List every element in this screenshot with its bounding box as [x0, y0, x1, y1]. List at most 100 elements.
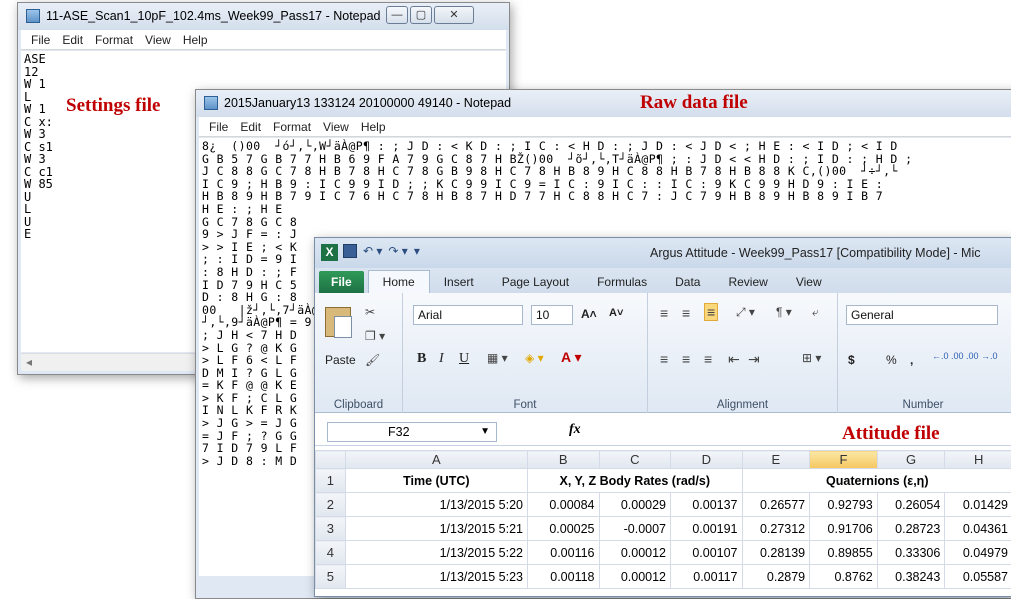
notepad-raw-titlebar[interactable]: 2015January13 133124 20100000 49140 - No… — [196, 90, 1011, 117]
column-header[interactable]: D — [671, 451, 743, 469]
table-cell[interactable]: 0.2879 — [742, 565, 810, 589]
orientation-icon[interactable]: ⤢ ▾ — [736, 305, 755, 320]
scroll-left-icon[interactable]: ◂ — [26, 355, 32, 369]
notepad-settings-titlebar[interactable]: 11-ASE_Scan1_10pF_102.4ms_Week99_Pass17 … — [18, 3, 509, 30]
table-cell[interactable]: 0.91706 — [810, 517, 878, 541]
tab-formulas[interactable]: Formulas — [583, 271, 661, 293]
row-header[interactable]: 5 — [316, 565, 346, 589]
table-cell[interactable]: 0.00029 — [599, 493, 671, 517]
excel-window[interactable]: X ↶ ▾ ↷ ▾ ▾ Argus Attitude - Week99_Pass… — [314, 237, 1011, 597]
grow-font-button[interactable]: A˄ — [581, 307, 597, 321]
table-cell[interactable]: 0.8762 — [810, 565, 878, 589]
number-format-select[interactable]: General — [846, 305, 998, 325]
minimize-button[interactable]: — — [386, 6, 408, 24]
table-cell[interactable]: 1/13/2015 5:21 — [345, 517, 527, 541]
excel-titlebar[interactable]: X ↶ ▾ ↷ ▾ ▾ Argus Attitude - Week99_Pass… — [315, 238, 1011, 268]
table-cell[interactable]: -0.0007 — [599, 517, 671, 541]
save-icon[interactable] — [343, 244, 357, 258]
name-box[interactable]: F32 ▼ — [327, 422, 497, 442]
table-cell[interactable]: 0.00084 — [528, 493, 600, 517]
row-header[interactable]: 3 — [316, 517, 346, 541]
table-cell[interactable]: 0.04361 — [945, 517, 1011, 541]
menu-edit[interactable]: Edit — [234, 120, 267, 134]
column-header[interactable]: C — [599, 451, 671, 469]
column-header[interactable]: E — [742, 451, 810, 469]
table-cell[interactable]: 0.00191 — [671, 517, 743, 541]
table-cell[interactable]: 1/13/2015 5:22 — [345, 541, 527, 565]
table-cell[interactable]: 0.27312 — [742, 517, 810, 541]
fill-color-icon[interactable]: ◈ ▾ — [525, 351, 544, 365]
paste-icon[interactable] — [325, 307, 351, 337]
table-cell[interactable]: 1/13/2015 5:20 — [345, 493, 527, 517]
italic-button[interactable]: I — [439, 351, 444, 367]
shrink-font-button[interactable]: A˅ — [609, 307, 623, 319]
percent-button[interactable]: % — [886, 353, 897, 367]
column-header-selected[interactable]: F — [810, 451, 878, 469]
menu-format[interactable]: Format — [267, 120, 317, 134]
align-middle-icon[interactable]: ≡ — [682, 305, 690, 321]
table-cell[interactable]: Time (UTC) — [345, 469, 527, 493]
close-button[interactable]: ✕ — [434, 6, 474, 24]
merge-center-icon[interactable]: ⊞ ▾ — [802, 351, 821, 365]
decrease-decimal-button[interactable]: .00 →.0 — [966, 351, 998, 361]
table-cell[interactable]: 0.00118 — [528, 565, 600, 589]
select-all-corner[interactable] — [316, 451, 346, 469]
copy-icon[interactable]: ❐ ▾ — [365, 329, 385, 343]
borders-icon[interactable]: ▦ ▾ — [487, 351, 508, 365]
column-header[interactable]: B — [528, 451, 600, 469]
table-cell[interactable]: 0.00107 — [671, 541, 743, 565]
tab-file[interactable]: File — [319, 271, 364, 293]
menu-format[interactable]: Format — [89, 33, 139, 47]
table-cell[interactable]: Quaternions (ε,η) — [742, 469, 1011, 493]
table-cell[interactable]: 0.04979 — [945, 541, 1011, 565]
align-center-icon[interactable]: ≡ — [682, 351, 690, 367]
tab-view[interactable]: View — [782, 271, 836, 293]
menu-view[interactable]: View — [317, 120, 355, 134]
tab-page-layout[interactable]: Page Layout — [488, 271, 583, 293]
font-name-select[interactable]: Arial — [413, 305, 523, 325]
maximize-button[interactable]: ▢ — [410, 6, 432, 24]
table-cell[interactable]: 0.28723 — [877, 517, 945, 541]
tab-insert[interactable]: Insert — [430, 271, 488, 293]
menu-file[interactable]: File — [25, 33, 56, 47]
table-cell[interactable]: X, Y, Z Body Rates (rad/s) — [528, 469, 743, 493]
table-cell[interactable]: 0.28139 — [742, 541, 810, 565]
cut-icon[interactable]: ✂ — [365, 305, 375, 319]
row-header[interactable]: 4 — [316, 541, 346, 565]
redo-icon[interactable]: ↷ ▾ — [388, 244, 407, 258]
table-cell[interactable]: 0.33306 — [877, 541, 945, 565]
table-cell[interactable]: 0.00012 — [599, 565, 671, 589]
comma-button[interactable]: , — [910, 353, 913, 367]
table-cell[interactable]: 0.00117 — [671, 565, 743, 589]
fx-icon[interactable]: fx — [569, 422, 581, 438]
table-cell[interactable]: 0.00116 — [528, 541, 600, 565]
table-cell[interactable]: 0.89855 — [810, 541, 878, 565]
column-header[interactable]: H — [945, 451, 1011, 469]
tab-review[interactable]: Review — [714, 271, 781, 293]
column-header[interactable]: G — [877, 451, 945, 469]
table-cell[interactable]: 0.00137 — [671, 493, 743, 517]
wrap-text-icon[interactable]: ¶ ▾ — [776, 305, 792, 319]
font-size-select[interactable]: 10 — [531, 305, 573, 325]
customize-qat-icon[interactable]: ▾ — [414, 244, 420, 258]
paste-button[interactable]: Paste — [325, 353, 356, 367]
format-painter-icon[interactable]: 🖌 — [365, 353, 380, 367]
table-cell[interactable]: 0.26577 — [742, 493, 810, 517]
align-left-icon[interactable]: ≡ — [660, 351, 668, 367]
table-cell[interactable]: 0.00012 — [599, 541, 671, 565]
font-color-icon[interactable]: A ▾ — [561, 349, 582, 366]
table-cell[interactable]: 0.26054 — [877, 493, 945, 517]
bold-button[interactable]: B — [417, 351, 426, 367]
undo-icon[interactable]: ↶ ▾ — [363, 244, 382, 258]
row-header[interactable]: 1 — [316, 469, 346, 493]
decrease-indent-icon[interactable]: ⇤ — [728, 351, 740, 368]
increase-indent-icon[interactable]: ⇥ — [748, 351, 760, 368]
table-cell[interactable]: 0.92793 — [810, 493, 878, 517]
underline-button[interactable]: U — [459, 351, 469, 367]
align-top-icon[interactable]: ≡ — [660, 305, 668, 321]
tab-data[interactable]: Data — [661, 271, 714, 293]
table-cell[interactable]: 0.05587 — [945, 565, 1011, 589]
table-cell[interactable]: 0.00025 — [528, 517, 600, 541]
menu-edit[interactable]: Edit — [56, 33, 89, 47]
tab-home[interactable]: Home — [368, 270, 430, 293]
